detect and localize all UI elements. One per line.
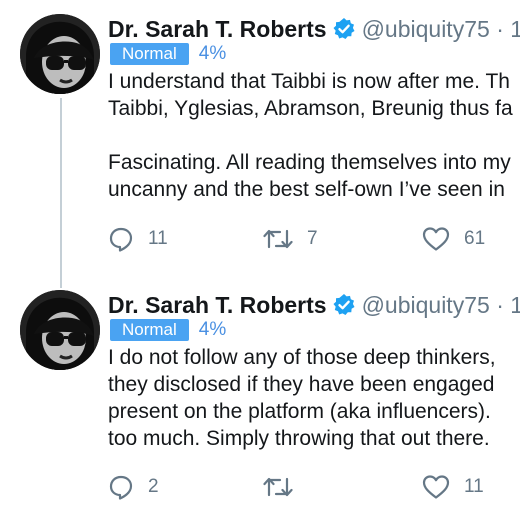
timestamp[interactable]: 1h: [510, 16, 520, 42]
reply-icon: [108, 474, 148, 500]
tweet-line: I understand that Taibbi is now after me…: [108, 70, 510, 93]
verified-badge-icon: [332, 293, 356, 324]
tweet-line: Taibbi, Yglesias, Abramson, Breunig thus…: [108, 97, 513, 120]
like-count: 11: [464, 476, 484, 497]
author-name[interactable]: Dr. Sarah T. Roberts: [108, 292, 327, 318]
reply-count: 2: [148, 476, 159, 497]
separator-dot: ·: [496, 16, 504, 42]
retweet-button[interactable]: [263, 474, 307, 500]
reply-button[interactable]: 2: [108, 474, 159, 500]
reply-icon: [108, 226, 148, 252]
like-button[interactable]: 61: [422, 226, 485, 252]
status-badge: Normal: [110, 43, 189, 65]
verified-badge-icon: [332, 17, 356, 48]
avatar[interactable]: [20, 14, 100, 94]
tweet-line: too much. Simply throwing that out there…: [108, 427, 490, 450]
retweet-button[interactable]: 7: [263, 226, 318, 252]
toxicity-rating: Normal 4%: [110, 43, 226, 67]
avatar[interactable]: [20, 290, 100, 370]
tweet[interactable]: Dr. Sarah T. Roberts @ubiquity75 · 1h Nor…: [0, 276, 520, 526]
heart-icon: [422, 226, 464, 252]
tweet[interactable]: Dr. Sarah T. Roberts @ubiquity75 · 1h Nor…: [0, 0, 520, 252]
reply-button[interactable]: 11: [108, 226, 168, 252]
tweet-line: Fascinating. All reading themselves into…: [108, 151, 511, 174]
like-button[interactable]: 11: [422, 474, 484, 500]
reply-count: 11: [148, 228, 168, 249]
tweet-body: I understand that Taibbi is now after me…: [108, 68, 520, 203]
percent-score: 4%: [198, 43, 227, 64]
author-name[interactable]: Dr. Sarah T. Roberts: [108, 16, 327, 42]
tweet-line: uncanny and the best self-own I’ve seen …: [108, 178, 505, 201]
retweet-icon: [263, 474, 307, 500]
status-badge: Normal: [110, 319, 189, 341]
author-handle[interactable]: @ubiquity75: [362, 292, 490, 318]
tweet-body: I do not follow any of those deep thinke…: [108, 344, 520, 452]
toxicity-rating: Normal 4%: [110, 319, 226, 343]
timestamp[interactable]: 1h: [510, 292, 520, 318]
separator-dot: ·: [496, 292, 504, 318]
author-handle[interactable]: @ubiquity75: [362, 16, 490, 42]
tweet-line: they disclosed if they have been engaged: [108, 373, 495, 396]
retweet-icon: [263, 226, 307, 252]
percent-score: 4%: [198, 319, 227, 340]
like-count: 61: [464, 228, 486, 249]
tweet-line: present on the platform (aka influencers…: [108, 400, 491, 423]
retweet-count: 7: [307, 228, 318, 249]
heart-icon: [422, 474, 464, 500]
tweet-line: I do not follow any of those deep thinke…: [108, 346, 496, 369]
